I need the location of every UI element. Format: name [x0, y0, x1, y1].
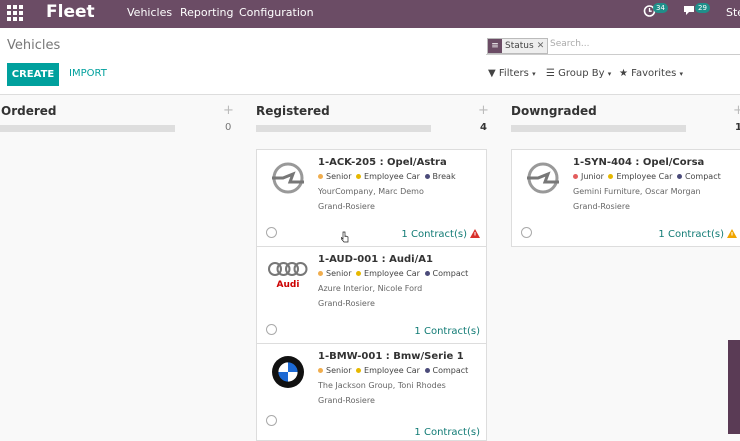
vehicle-name: 1-BMW-001 : Bmw/Serie 1	[318, 351, 464, 362]
driver-info: Azure Interior, Nicole Ford	[318, 284, 423, 293]
warning-red-icon	[470, 229, 480, 238]
star-icon: ★	[619, 68, 628, 79]
facet-label: Status	[505, 41, 534, 51]
location-text: Grand-Rosiere	[318, 396, 375, 405]
close-icon[interactable]: ✕	[537, 41, 548, 51]
import-button[interactable]: IMPORT	[69, 68, 107, 79]
tag-badge: Compact	[424, 366, 468, 375]
contracts-label: 1 Contract(s)	[401, 229, 467, 240]
tag-badge: Senior	[318, 366, 351, 375]
activity-clock-icon[interactable]	[266, 227, 277, 238]
app-grid-icon[interactable]	[7, 5, 23, 21]
caret-down-icon: ▾	[532, 70, 536, 78]
column-count: 4	[480, 122, 487, 133]
favorites-dropdown[interactable]: ★ Favorites ▾	[619, 68, 683, 79]
activity-clock-icon[interactable]	[266, 415, 277, 426]
app-name[interactable]: Fleet	[46, 2, 95, 22]
svg-text:Audi: Audi	[277, 280, 300, 289]
tag-badge: Compact	[424, 269, 468, 278]
vehicle-card[interactable]: 1-ACK-205 : Opel/Astra Senior Employee C…	[256, 149, 487, 247]
tag-badge: Senior	[318, 269, 351, 278]
location-text: Grand-Rosiere	[318, 299, 375, 308]
vehicle-card[interactable]: 1-BMW-001 : Bmw/Serie 1 Senior Employee …	[256, 343, 487, 441]
driver-info: Gemini Furniture, Oscar Morgan	[573, 187, 701, 196]
vehicle-card[interactable]: Audi 1-AUD-001 : Audi/A1 Senior Employee…	[256, 246, 487, 344]
create-button[interactable]: CREATE	[7, 63, 59, 86]
tag-list: Senior Employee Car Break	[318, 172, 458, 181]
status-facet[interactable]: ≡ Status ✕	[487, 38, 549, 54]
driver-info: The Jackson Group, Toni Rhodes	[318, 381, 446, 390]
list-icon: ≡	[488, 39, 502, 53]
column-title: Registered	[256, 104, 330, 118]
tag-badge: Junior	[573, 172, 604, 181]
tag-list: Senior Employee Car Compact	[318, 269, 470, 278]
menu-configuration[interactable]: Configuration	[239, 6, 314, 19]
contracts-label: 1 Contract(s)	[658, 229, 724, 240]
contracts-link[interactable]: 1 Contract(s)	[414, 326, 480, 337]
filters-dropdown[interactable]: ▼ Filters ▾	[488, 68, 536, 79]
vehicle-card[interactable]: 1-SYN-404 : Opel/Corsa Junior Employee C…	[511, 149, 740, 247]
warning-orange-icon	[727, 229, 737, 238]
add-icon[interactable]: +	[733, 103, 740, 118]
messages-count-badge: 29	[695, 3, 710, 13]
filters-label: Filters	[498, 68, 529, 79]
page-title: Vehicles	[7, 38, 61, 53]
tag-list: Senior Employee Car Compact	[318, 366, 470, 375]
caret-down-icon: ▾	[607, 70, 612, 78]
vehicle-name: 1-ACK-205 : Opel/Astra	[318, 157, 447, 168]
activity-clock-icon[interactable]	[521, 227, 532, 238]
progress-bar	[256, 125, 431, 132]
tag-badge: Senior	[318, 172, 351, 181]
top-navbar: Fleet Vehicles Reporting Configuration 3…	[0, 0, 740, 28]
column-title: Ordered	[1, 104, 57, 118]
progress-bar	[511, 125, 686, 132]
mouse-cursor-icon	[341, 231, 349, 243]
tag-badge: Employee Car	[356, 269, 420, 278]
tag-badge: Break	[424, 172, 456, 181]
bmw-logo-icon	[268, 355, 308, 389]
user-menu[interactable]: Ste	[726, 6, 740, 19]
filter-icon: ▼	[488, 68, 496, 79]
tag-badge: Employee Car	[356, 172, 420, 181]
column-title: Downgraded	[511, 104, 597, 118]
caret-down-icon: ▾	[679, 70, 684, 78]
contracts-link[interactable]: 1 Contract(s)	[401, 229, 480, 240]
column-count: 1	[735, 122, 740, 133]
vehicle-name: 1-SYN-404 : Opel/Corsa	[573, 157, 705, 168]
location-text: Grand-Rosiere	[573, 202, 630, 211]
add-icon[interactable]: +	[223, 103, 234, 118]
location-text: Grand-Rosiere	[318, 202, 375, 211]
menu-vehicles[interactable]: Vehicles	[127, 6, 172, 19]
control-panel: Vehicles CREATE IMPORT ≡ Status ✕ Search…	[0, 28, 740, 95]
add-icon[interactable]: +	[478, 103, 489, 118]
tag-badge: Employee Car	[608, 172, 672, 181]
column-count: 0	[225, 122, 232, 133]
contracts-link[interactable]: 1 Contract(s)	[658, 229, 737, 240]
audi-logo-icon: Audi	[268, 258, 308, 292]
vehicle-name: 1-AUD-001 : Audi/A1	[318, 254, 433, 265]
driver-info: YourCompany, Marc Demo	[318, 187, 424, 196]
kanban-column-downgraded: Downgraded + 1	[511, 96, 740, 434]
search-input[interactable]: Search...	[550, 39, 590, 49]
tag-badge: Employee Car	[356, 366, 420, 375]
contracts-link[interactable]: 1 Contract(s)	[414, 427, 480, 438]
group-icon: ☰	[546, 68, 555, 79]
favorites-label: Favorites	[631, 68, 677, 79]
progress-bar	[0, 125, 175, 132]
tag-list: Junior Employee Car Compact	[573, 172, 723, 181]
tag-badge: Compact	[676, 172, 721, 181]
menu-reporting[interactable]: Reporting	[180, 6, 233, 19]
side-panel-edge	[728, 340, 740, 434]
activity-count-badge: 34	[653, 3, 668, 13]
activity-clock-icon[interactable]	[266, 324, 277, 335]
groupby-label: Group By	[558, 68, 605, 79]
opel-logo-icon	[523, 161, 563, 195]
opel-logo-icon	[268, 161, 308, 195]
groupby-dropdown[interactable]: ☰ Group By ▾	[546, 68, 611, 79]
kanban-column-ordered: Ordered + 0	[0, 96, 240, 434]
search-bar[interactable]: ≡ Status ✕ Search...	[486, 36, 740, 55]
